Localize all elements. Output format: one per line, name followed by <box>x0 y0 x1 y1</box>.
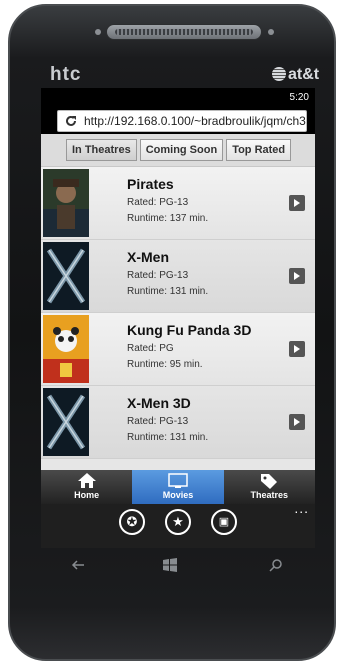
movie-rating: Rated: PG-13 <box>127 197 189 208</box>
tag-icon <box>261 474 278 489</box>
chevron-right-icon[interactable] <box>289 341 305 357</box>
movie-runtime: Runtime: 95 min. <box>127 359 203 370</box>
chevron-right-icon[interactable] <box>289 268 305 284</box>
movie-rating: Rated: PG <box>127 343 174 354</box>
nav-movies-label: Movies <box>162 490 194 500</box>
back-arrow-icon <box>71 560 84 570</box>
tab-top-rated[interactable]: Top Rated <box>226 139 292 161</box>
movie-runtime: Runtime: 131 min. <box>127 286 209 297</box>
att-globe-icon <box>272 67 286 81</box>
windows-logo-icon <box>163 558 177 572</box>
start-button[interactable] <box>162 557 178 573</box>
back-button[interactable] <box>70 557 86 573</box>
nav-home-button[interactable]: Home <box>41 470 132 504</box>
status-time: 5:20 <box>289 92 309 103</box>
app-bar: ✪ ★ ▣ ... <box>41 500 315 548</box>
movie-title: Kung Fu Panda 3D <box>127 322 252 338</box>
htc-logo: htc <box>50 64 82 85</box>
earpiece-speaker <box>106 24 262 40</box>
url-text: http://192.168.0.100/~bradbroulik/jqm/ch… <box>84 114 306 128</box>
movie-title: Pirates <box>127 176 174 192</box>
movie-rating: Rated: PG-13 <box>127 270 189 281</box>
list-item[interactable]: Kung Fu Panda 3D Rated: PG Runtime: 95 m… <box>41 313 315 386</box>
carrier-logo: at&t <box>272 66 319 84</box>
bottom-navbar: Home Movies Theatres <box>41 470 315 504</box>
web-page: In Theatres Coming Soon Top Rated Pirate… <box>41 134 315 470</box>
carrier-name: at&t <box>288 66 320 83</box>
tab-bar: In Theatres Coming Soon Top Rated <box>41 134 315 167</box>
tabs-icon[interactable]: ▣ <box>211 509 237 535</box>
phone-screen: 5:20 http://192.168.0.100/~bradbroulik/j… <box>41 88 315 548</box>
movie-poster-image <box>43 388 89 456</box>
star-filled-circle-icon[interactable]: ★ <box>165 509 191 535</box>
list-item[interactable]: X-Men 3D Rated: PG-13 Runtime: 131 min. <box>41 386 315 459</box>
chevron-right-icon[interactable] <box>289 414 305 430</box>
nav-theatres-button[interactable]: Theatres <box>224 470 315 504</box>
movie-poster-image <box>43 169 89 237</box>
sensor-dot <box>95 29 101 35</box>
movie-title: X-Men 3D <box>127 395 191 411</box>
search-icon <box>269 559 282 572</box>
chevron-right-icon[interactable] <box>289 195 305 211</box>
nav-theatres-label: Theatres <box>250 490 289 500</box>
movie-list: Pirates Rated: PG-13 Runtime: 137 min. X… <box>41 167 315 459</box>
list-item[interactable]: X-Men Rated: PG-13 Runtime: 131 min. <box>41 240 315 313</box>
home-icon <box>77 473 96 488</box>
star-circle-icon[interactable]: ✪ <box>119 509 145 535</box>
tab-coming-soon[interactable]: Coming Soon <box>139 139 224 161</box>
movie-poster-image <box>43 242 89 310</box>
more-dots-icon[interactable]: ... <box>294 500 309 516</box>
address-bar[interactable]: http://192.168.0.100/~bradbroulik/jqm/ch… <box>57 110 307 132</box>
search-button[interactable] <box>268 557 284 573</box>
nav-home-label: Home <box>74 490 100 500</box>
movie-title: X-Men <box>127 249 169 265</box>
nav-movies-button[interactable]: Movies <box>132 470 224 504</box>
movie-poster-image <box>43 315 89 383</box>
sensor-dot <box>268 29 274 35</box>
list-item[interactable]: Pirates Rated: PG-13 Runtime: 137 min. <box>41 167 315 240</box>
refresh-icon[interactable] <box>64 114 78 128</box>
movie-runtime: Runtime: 131 min. <box>127 432 209 443</box>
movies-icon <box>168 473 188 488</box>
tab-in-theatres[interactable]: In Theatres <box>66 139 137 161</box>
movie-rating: Rated: PG-13 <box>127 416 189 427</box>
movie-runtime: Runtime: 137 min. <box>127 213 209 224</box>
